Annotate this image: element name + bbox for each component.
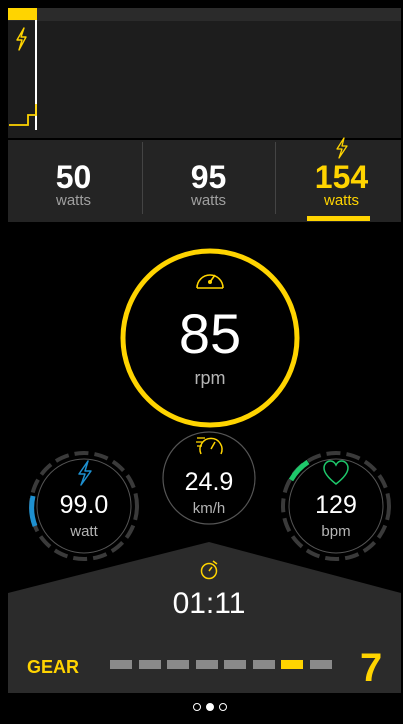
lightning-icon: [16, 27, 27, 51]
gear-segment: [110, 660, 132, 669]
speedometer-icon: [196, 274, 224, 289]
cadence-value: 85: [178, 302, 242, 365]
speed-gauge-icon: [196, 437, 223, 455]
gear-segment: [224, 660, 246, 669]
chart-graphics: [9, 27, 37, 126]
power-option-154[interactable]: 154 watts: [276, 137, 403, 222]
chart-step-line: [9, 104, 37, 126]
cadence-unit: rpm: [194, 368, 226, 388]
selected-indicator: [307, 216, 370, 221]
power-option-95[interactable]: 95 watts: [143, 140, 274, 222]
speed-value: 24.9: [184, 468, 234, 496]
heart-rate-value: 129: [315, 491, 357, 519]
page-dot[interactable]: [206, 703, 214, 711]
power-option-value: 154: [314, 159, 369, 195]
gear-segment: [138, 660, 161, 669]
timer-value: 01:11: [172, 587, 246, 620]
gear-label: GEAR: [27, 657, 80, 677]
gear-segment: [195, 660, 218, 669]
lightning-icon: [336, 137, 348, 159]
heart-rate-unit: bpm: [321, 523, 351, 540]
power-target-selector: 50 watts 95 watts 154 watts: [8, 137, 403, 222]
lightning-icon: [78, 460, 92, 486]
gear-segment: [167, 660, 189, 669]
gear-segment: [252, 660, 275, 669]
power-option-unit: watts: [55, 192, 91, 209]
speed-unit: km/h: [192, 500, 226, 517]
gear-segment: [309, 660, 332, 669]
power-option-unit: watts: [323, 192, 359, 209]
power-value: 99.0: [59, 491, 109, 519]
workout-chart: [8, 8, 401, 138]
power-unit: watt: [70, 523, 98, 540]
page-dot[interactable]: [193, 703, 201, 711]
power-option-value: 50: [55, 159, 92, 195]
power-option-unit: watts: [190, 192, 226, 209]
power-option-value: 95: [190, 159, 227, 195]
gear-segment: [281, 660, 303, 669]
power-option-50[interactable]: 50 watts: [8, 140, 139, 222]
gear-value: 7: [360, 646, 383, 690]
chart-header-strip: [8, 8, 401, 21]
page-dot[interactable]: [219, 703, 227, 711]
heart-icon: [323, 460, 349, 485]
